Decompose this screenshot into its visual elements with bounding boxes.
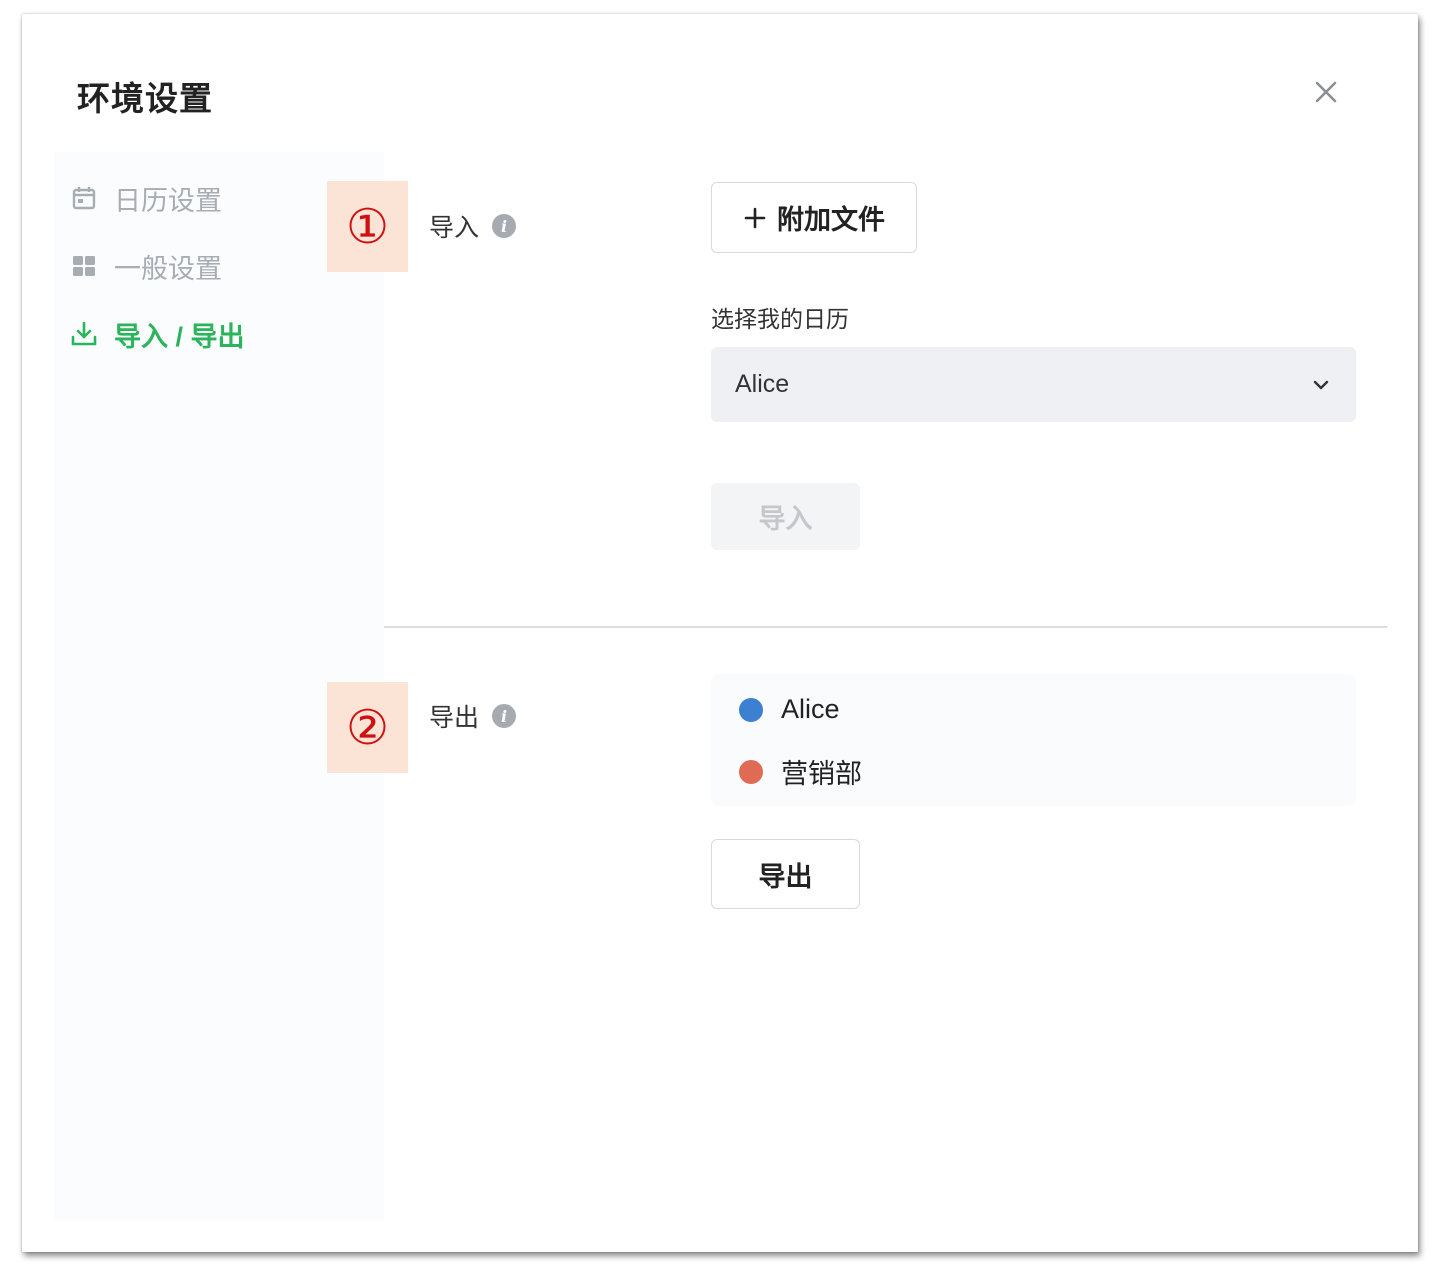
close-icon — [1315, 81, 1337, 103]
calendar-icon — [70, 184, 98, 212]
info-icon[interactable]: i — [491, 213, 517, 239]
dialog-title: 环境设置 — [77, 80, 213, 117]
list-item[interactable]: 营销部 — [739, 752, 862, 791]
sidebar-item-label: 导入 / 导出 — [114, 321, 245, 352]
sidebar-item-general-settings[interactable]: 一般设置 — [70, 244, 370, 288]
calendar-color-dot — [739, 759, 763, 784]
svg-text:i: i — [501, 217, 507, 236]
export-label-text: 导出 — [429, 704, 480, 732]
attach-file-button[interactable]: 附加文件 — [711, 182, 917, 253]
sidebar-item-label: 一般设置 — [114, 253, 222, 284]
select-calendar-label: 选择我的日历 — [711, 306, 849, 332]
section-divider — [384, 626, 1387, 628]
sidebar-item-calendar-settings[interactable]: 日历设置 — [70, 176, 370, 220]
settings-dialog: 环境设置 日历设置 一般设置 导入 / 导出 ① 导入 i 附加文件 选择我的日… — [22, 14, 1418, 1252]
export-calendar-list: Alice 营销部 — [711, 674, 1356, 806]
annotation-marker-1: ① — [327, 181, 408, 272]
svg-text:i: i — [501, 707, 507, 726]
export-label: 导出 i — [429, 698, 517, 734]
info-icon[interactable]: i — [491, 703, 517, 729]
calendar-select[interactable]: Alice — [711, 347, 1356, 422]
calendar-name: 营销部 — [781, 759, 862, 789]
download-icon — [70, 320, 98, 348]
grid-icon — [70, 252, 98, 280]
calendar-select-value: Alice — [735, 370, 790, 398]
sidebar-item-label: 日历设置 — [114, 185, 222, 216]
list-item[interactable]: Alice — [739, 694, 840, 725]
chevron-down-icon — [1313, 380, 1329, 389]
import-button[interactable]: 导入 — [711, 483, 860, 550]
sidebar-item-import-export[interactable]: 导入 / 导出 — [70, 312, 370, 356]
calendar-name: Alice — [781, 694, 840, 724]
attach-file-label: 附加文件 — [777, 205, 885, 235]
export-button[interactable]: 导出 — [711, 839, 860, 909]
plus-icon — [744, 207, 766, 228]
close-button[interactable] — [1310, 76, 1342, 108]
import-label: 导入 i — [429, 208, 517, 244]
calendar-color-dot — [739, 697, 763, 722]
annotation-marker-2: ② — [327, 682, 408, 773]
import-label-text: 导入 — [429, 214, 480, 242]
